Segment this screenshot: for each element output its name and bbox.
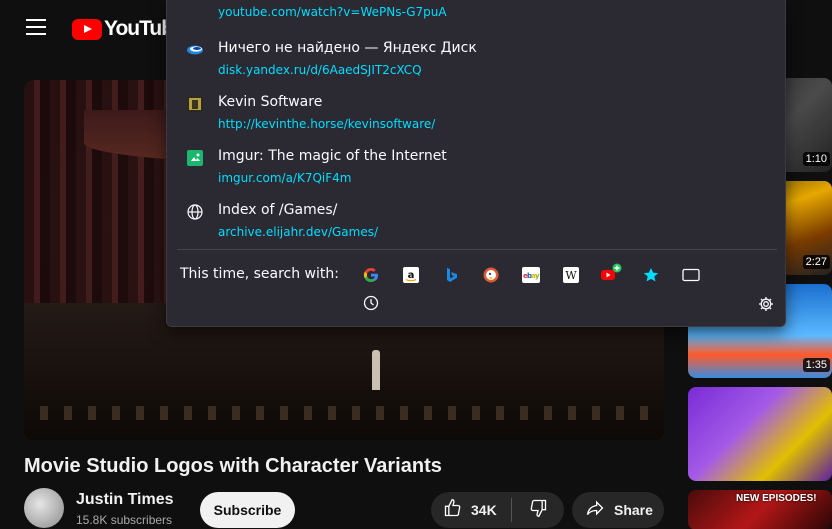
gear-icon[interactable] [755,293,777,315]
urlbar-result[interactable]: youtube.com/watch?v=WePNs-G7puA [167,0,787,28]
stage-figure [372,350,380,390]
new-episodes-badge: NEW EPISODES! [736,493,817,504]
result-url: http://kevinthe.horse/kevinsoftware/ [218,117,436,131]
thumbs-up-icon [443,498,463,522]
svg-text:y: y [535,272,540,280]
youtube-add-icon[interactable] [600,262,622,284]
result-title: Ничего не найдено — Яндекс Диск [218,40,477,56]
urlbar-result[interactable]: Imgur: The magic of the Internet imgur.c… [167,138,787,190]
result-title: Imgur: The magic of the Internet [218,148,447,164]
wikipedia-icon[interactable]: W [560,264,582,286]
bookmarks-icon[interactable] [640,264,662,286]
result-title: Index of /Games/ [218,202,338,218]
urlbar-result[interactable]: Ничего не найдено — Яндекс Диск disk.yan… [167,30,787,82]
subscribe-button[interactable]: Subscribe [200,492,295,528]
google-icon[interactable] [360,264,382,286]
youtube-play-icon [72,18,102,40]
tabs-icon[interactable] [680,264,702,286]
ebay-icon[interactable]: ebay [520,264,542,286]
like-count: 34K [471,502,497,518]
like-dislike-group: 34K [431,492,564,528]
svg-text:a: a [408,270,415,281]
avatar[interactable] [24,488,64,528]
sidebar-video-thumbnail[interactable] [688,387,832,481]
video-duration: 1:35 [802,358,830,372]
like-button[interactable]: 34K [431,492,511,528]
result-url: archive.elijahr.dev/Games/ [218,225,379,239]
globe-icon [187,204,203,220]
share-button[interactable]: Share [572,492,664,528]
stage-lights [24,406,664,420]
share-icon [584,498,606,522]
subscriber-count: 15.8K subscribers [76,513,173,527]
kevin-software-icon [187,96,203,112]
result-url: disk.yandex.ru/d/6AaedSJIT2cXCQ [218,63,422,77]
imgur-icon [187,150,203,166]
video-duration: 2:27 [802,255,830,269]
sidebar-video-thumbnail[interactable]: NEW EPISODES! [688,490,832,529]
bing-icon[interactable] [440,264,462,286]
urlbar-result[interactable]: Index of /Games/ archive.elijahr.dev/Gam… [167,192,787,244]
one-off-search-label: This time, search with: [180,266,339,282]
share-label: Share [614,502,653,518]
video-title: Movie Studio Logos with Character Varian… [24,455,442,477]
urlbar-results-popup: youtube.com/watch?v=WePNs-G7puA Ничего н… [166,0,786,327]
thumbs-down-icon [528,498,548,522]
dislike-button[interactable] [512,492,564,528]
video-duration: 1:10 [802,152,830,166]
one-offs-divider [177,249,777,250]
svg-text:W: W [565,269,577,282]
amazon-icon[interactable]: a [400,264,422,286]
result-title: Kevin Software [218,94,323,110]
yandex-disk-icon [187,42,203,58]
menu-icon[interactable] [26,19,46,37]
result-url: imgur.com/a/K7QiF4m [218,171,352,185]
result-url: youtube.com/watch?v=WePNs-G7puA [218,5,447,19]
duckduckgo-icon[interactable] [480,264,502,286]
history-icon[interactable] [360,292,382,314]
channel-name[interactable]: Justin Times [76,491,174,509]
urlbar-result[interactable]: Kevin Software http://kevinthe.horse/kev… [167,84,787,136]
